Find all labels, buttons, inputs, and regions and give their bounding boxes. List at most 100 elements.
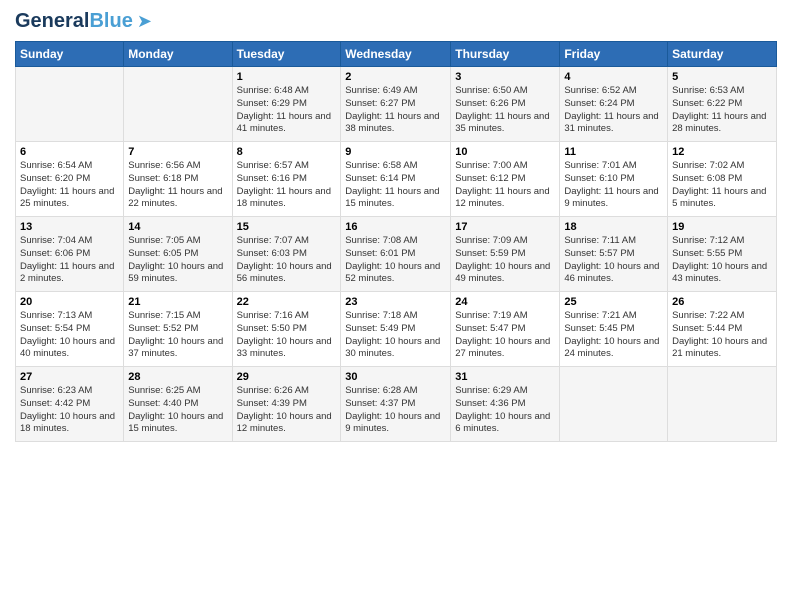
day-info: Sunrise: 6:53 AM Sunset: 6:22 PM Dayligh… (672, 85, 772, 136)
day-info: Sunrise: 7:09 AM Sunset: 5:59 PM Dayligh… (455, 235, 555, 286)
calendar-day-cell: 4Sunrise: 6:52 AM Sunset: 6:24 PM Daylig… (560, 67, 668, 142)
day-number: 11 (564, 146, 663, 158)
day-info: Sunrise: 7:07 AM Sunset: 6:03 PM Dayligh… (237, 235, 337, 286)
day-info: Sunrise: 7:08 AM Sunset: 6:01 PM Dayligh… (345, 235, 446, 286)
day-number: 16 (345, 221, 446, 233)
calendar-header-row: SundayMondayTuesdayWednesdayThursdayFrid… (16, 42, 777, 67)
day-info: Sunrise: 7:04 AM Sunset: 6:06 PM Dayligh… (20, 235, 119, 286)
day-info: Sunrise: 6:28 AM Sunset: 4:37 PM Dayligh… (345, 385, 446, 436)
day-number: 17 (455, 221, 555, 233)
day-info: Sunrise: 6:26 AM Sunset: 4:39 PM Dayligh… (237, 385, 337, 436)
calendar-day-cell: 19 Sunrise: 7:12 AM Sunset: 5:55 PM Dayli… (668, 217, 777, 292)
day-info: Sunrise: 7:18 AM Sunset: 5:49 PM Dayligh… (345, 310, 446, 361)
day-info: Sunrise: 7:05 AM Sunset: 6:05 PM Dayligh… (128, 235, 227, 286)
day-number: 22 (237, 296, 337, 308)
day-info: Sunrise: 7:11 AM Sunset: 5:57 PM Dayligh… (564, 235, 663, 286)
calendar-day-cell: 5 Sunrise: 6:53 AM Sunset: 6:22 PM Daylig… (668, 67, 777, 142)
day-number: 29 (237, 371, 337, 383)
day-info: Sunrise: 6:29 AM Sunset: 4:36 PM Dayligh… (455, 385, 555, 436)
day-info: Sunrise: 7:19 AM Sunset: 5:47 PM Dayligh… (455, 310, 555, 361)
day-info: Sunrise: 7:13 AM Sunset: 5:54 PM Dayligh… (20, 310, 119, 361)
day-number: 19 (672, 221, 772, 233)
calendar-day-cell: 13 Sunrise: 7:04 AM Sunset: 6:06 PM Dayli… (16, 217, 124, 292)
day-info: Sunrise: 7:12 AM Sunset: 5:55 PM Dayligh… (672, 235, 772, 286)
day-info: Sunrise: 6:50 AM Sunset: 6:26 PM Dayligh… (455, 85, 555, 136)
day-of-week-header: Wednesday (341, 42, 451, 67)
day-info: Sunrise: 6:57 AM Sunset: 6:16 PM Dayligh… (237, 160, 337, 211)
day-info: Sunrise: 6:56 AM Sunset: 6:18 PM Dayligh… (128, 160, 227, 211)
calendar-day-cell: 20 Sunrise: 7:13 AM Sunset: 5:54 PM Dayli… (16, 292, 124, 367)
calendar-day-cell: 21 Sunrise: 7:15 AM Sunset: 5:52 PM Dayli… (124, 292, 232, 367)
logo-text: GeneralBlue (15, 10, 133, 33)
day-number: 15 (237, 221, 337, 233)
day-info: Sunrise: 7:00 AM Sunset: 6:12 PM Dayligh… (455, 160, 555, 211)
calendar-day-cell: 27 Sunrise: 6:23 AM Sunset: 4:42 PM Dayli… (16, 367, 124, 442)
page: GeneralBlue ➤ SundayMondayTuesdayWednesd… (0, 0, 792, 452)
calendar-day-cell: 2 Sunrise: 6:49 AM Sunset: 6:27 PM Daylig… (341, 67, 451, 142)
calendar-day-cell: 23 Sunrise: 7:18 AM Sunset: 5:49 PM Dayli… (341, 292, 451, 367)
day-number: 18 (564, 221, 663, 233)
day-info: Sunrise: 7:15 AM Sunset: 5:52 PM Dayligh… (128, 310, 227, 361)
day-number: 26 (672, 296, 772, 308)
calendar-day-cell: 22 Sunrise: 7:16 AM Sunset: 5:50 PM Dayli… (232, 292, 341, 367)
calendar-day-cell (560, 367, 668, 442)
calendar-week-row: 27 Sunrise: 6:23 AM Sunset: 4:42 PM Dayli… (16, 367, 777, 442)
calendar-day-cell: 3 Sunrise: 6:50 AM Sunset: 6:26 PM Daylig… (451, 67, 560, 142)
day-info: Sunrise: 7:22 AM Sunset: 5:44 PM Dayligh… (672, 310, 772, 361)
calendar-week-row: 1 Sunrise: 6:48 AM Sunset: 6:29 PM Daylig… (16, 67, 777, 142)
calendar-day-cell: 18 Sunrise: 7:11 AM Sunset: 5:57 PM Dayli… (560, 217, 668, 292)
day-number: 2 (345, 71, 446, 83)
calendar-week-row: 6 Sunrise: 6:54 AM Sunset: 6:20 PM Daylig… (16, 142, 777, 217)
calendar-day-cell: 11Sunrise: 7:01 AM Sunset: 6:10 PM Dayli… (560, 142, 668, 217)
calendar-week-row: 20 Sunrise: 7:13 AM Sunset: 5:54 PM Dayli… (16, 292, 777, 367)
calendar-day-cell (668, 367, 777, 442)
calendar-day-cell: 24 Sunrise: 7:19 AM Sunset: 5:47 PM Dayli… (451, 292, 560, 367)
calendar-day-cell: 16 Sunrise: 7:08 AM Sunset: 6:01 PM Dayli… (341, 217, 451, 292)
day-number: 13 (20, 221, 119, 233)
day-of-week-header: Monday (124, 42, 232, 67)
day-number: 24 (455, 296, 555, 308)
calendar-day-cell: 9 Sunrise: 6:58 AM Sunset: 6:14 PM Daylig… (341, 142, 451, 217)
day-of-week-header: Friday (560, 42, 668, 67)
day-of-week-header: Thursday (451, 42, 560, 67)
day-info: Sunrise: 6:25 AM Sunset: 4:40 PM Dayligh… (128, 385, 227, 436)
calendar-day-cell: 14Sunrise: 7:05 AM Sunset: 6:05 PM Dayli… (124, 217, 232, 292)
day-info: Sunrise: 6:49 AM Sunset: 6:27 PM Dayligh… (345, 85, 446, 136)
day-number: 23 (345, 296, 446, 308)
header: GeneralBlue ➤ (15, 10, 777, 33)
day-number: 31 (455, 371, 555, 383)
calendar-day-cell: 10Sunrise: 7:00 AM Sunset: 6:12 PM Dayli… (451, 142, 560, 217)
day-info: Sunrise: 7:21 AM Sunset: 5:45 PM Dayligh… (564, 310, 663, 361)
calendar-day-cell: 26 Sunrise: 7:22 AM Sunset: 5:44 PM Dayli… (668, 292, 777, 367)
calendar-day-cell: 30 Sunrise: 6:28 AM Sunset: 4:37 PM Dayli… (341, 367, 451, 442)
calendar-day-cell: 7 Sunrise: 6:56 AM Sunset: 6:18 PM Daylig… (124, 142, 232, 217)
day-of-week-header: Sunday (16, 42, 124, 67)
day-info: Sunrise: 6:54 AM Sunset: 6:20 PM Dayligh… (20, 160, 119, 211)
calendar-day-cell: 25 Sunrise: 7:21 AM Sunset: 5:45 PM Dayli… (560, 292, 668, 367)
day-number: 25 (564, 296, 663, 308)
day-number: 12 (672, 146, 772, 158)
day-info: Sunrise: 6:23 AM Sunset: 4:42 PM Dayligh… (20, 385, 119, 436)
day-info: Sunrise: 7:16 AM Sunset: 5:50 PM Dayligh… (237, 310, 337, 361)
day-info: Sunrise: 6:48 AM Sunset: 6:29 PM Dayligh… (237, 85, 337, 136)
day-number: 27 (20, 371, 119, 383)
day-of-week-header: Tuesday (232, 42, 341, 67)
day-number: 6 (20, 146, 119, 158)
logo-bird-icon: ➤ (137, 11, 152, 32)
day-info: Sunrise: 6:58 AM Sunset: 6:14 PM Dayligh… (345, 160, 446, 211)
day-number: 9 (345, 146, 446, 158)
day-number: 21 (128, 296, 227, 308)
day-of-week-header: Saturday (668, 42, 777, 67)
day-number: 3 (455, 71, 555, 83)
day-number: 5 (672, 71, 772, 83)
calendar-day-cell: 28Sunrise: 6:25 AM Sunset: 4:40 PM Dayli… (124, 367, 232, 442)
day-number: 7 (128, 146, 227, 158)
day-number: 20 (20, 296, 119, 308)
calendar-day-cell (16, 67, 124, 142)
day-info: Sunrise: 7:02 AM Sunset: 6:08 PM Dayligh… (672, 160, 772, 211)
calendar-day-cell: 31 Sunrise: 6:29 AM Sunset: 4:36 PM Dayli… (451, 367, 560, 442)
calendar-day-cell: 15 Sunrise: 7:07 AM Sunset: 6:03 PM Dayli… (232, 217, 341, 292)
day-number: 30 (345, 371, 446, 383)
day-number: 1 (237, 71, 337, 83)
calendar-day-cell: 17 Sunrise: 7:09 AM Sunset: 5:59 PM Dayli… (451, 217, 560, 292)
